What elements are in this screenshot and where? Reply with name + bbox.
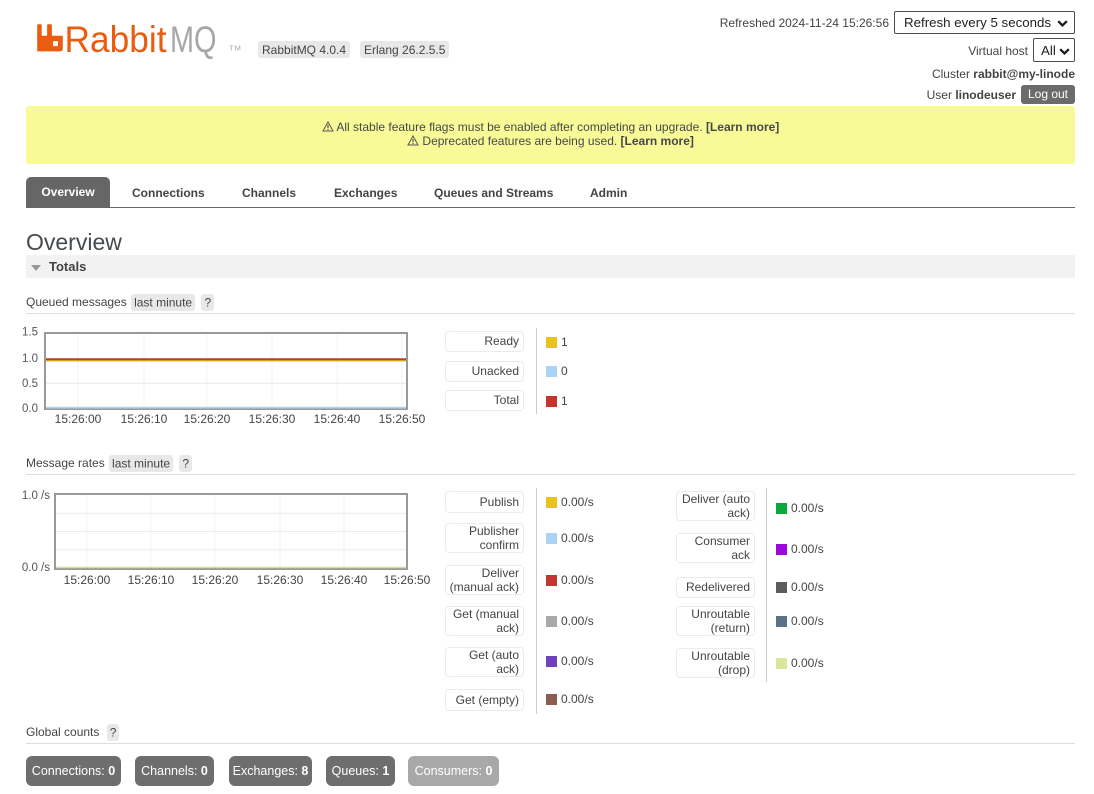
svg-text:15:26:30: 15:26:30 xyxy=(249,412,296,426)
svg-text:TM: TM xyxy=(229,44,242,53)
svg-text:0.0: 0.0 xyxy=(22,403,38,415)
svg-text:15:26:30: 15:26:30 xyxy=(257,573,304,587)
svg-text:1.0 /s: 1.0 /s xyxy=(22,490,50,502)
svg-text:MQ: MQ xyxy=(170,20,217,60)
svg-text:0.5: 0.5 xyxy=(22,378,38,390)
svg-text:15:26:40: 15:26:40 xyxy=(321,573,368,587)
svg-text:15:26:20: 15:26:20 xyxy=(184,412,231,426)
svg-text:15:26:00: 15:26:00 xyxy=(64,573,111,587)
svg-text:0.0 /s: 0.0 /s xyxy=(22,562,50,574)
svg-text:1.0: 1.0 xyxy=(22,353,38,365)
svg-text:15:26:10: 15:26:10 xyxy=(128,573,175,587)
svg-text:15:26:40: 15:26:40 xyxy=(314,412,361,426)
svg-text:Rabbit: Rabbit xyxy=(65,20,168,60)
svg-text:15:26:50: 15:26:50 xyxy=(384,573,430,587)
svg-text:15:26:00: 15:26:00 xyxy=(55,412,102,426)
svg-text:1.5: 1.5 xyxy=(22,327,38,339)
svg-text:15:26:10: 15:26:10 xyxy=(121,412,168,426)
svg-text:15:26:20: 15:26:20 xyxy=(192,573,239,587)
svg-text:15:26:50: 15:26:50 xyxy=(379,412,426,426)
